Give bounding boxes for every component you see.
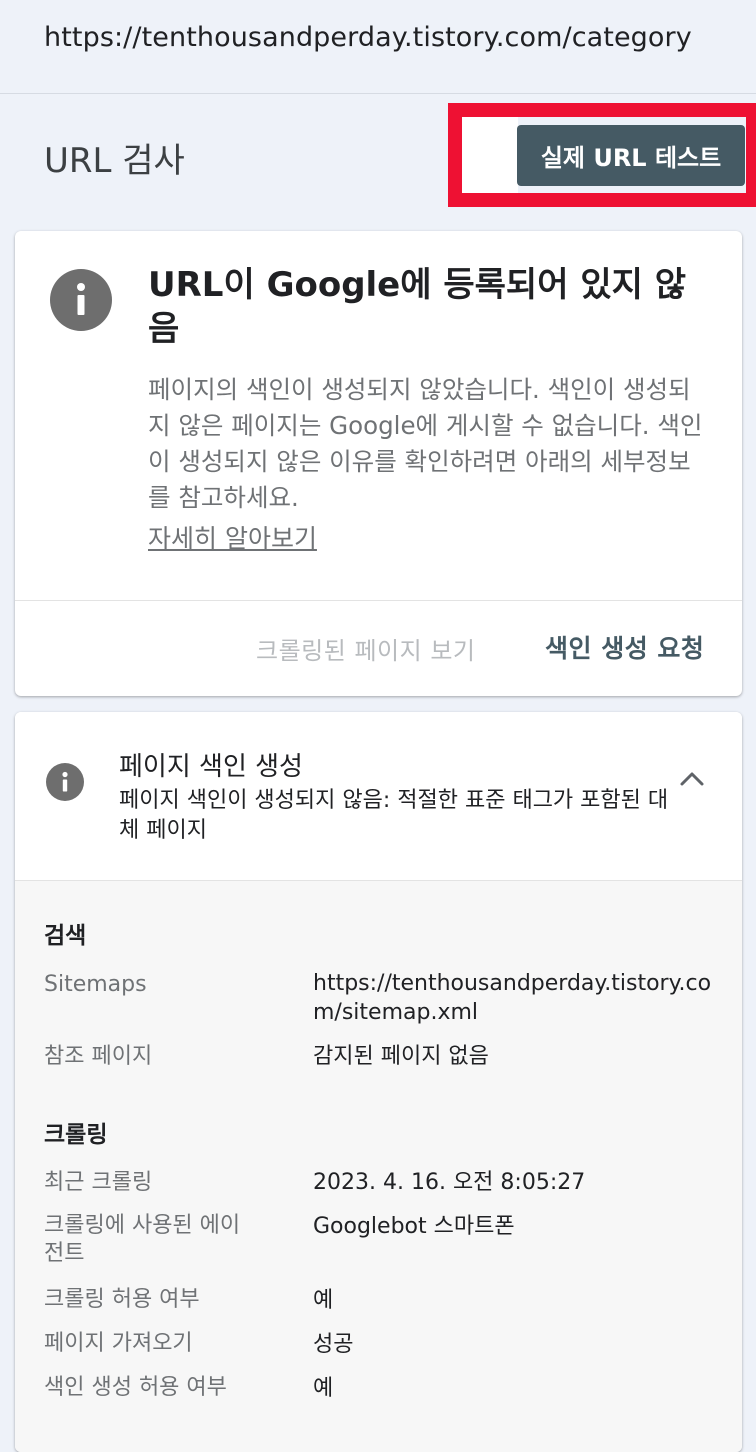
learn-more-link[interactable]: 자세히 알아보기	[148, 519, 317, 555]
info-icon	[46, 763, 84, 801]
discovery-heading: 검색	[44, 923, 87, 949]
status-title: URL이 Google에 등록되어 있지 않음	[148, 265, 686, 349]
chevron-up-icon[interactable]	[678, 768, 706, 788]
page-indexing-status: 페이지 색인이 생성되지 않음: 적절한 표준 태그가 포함된 대체 페이지	[119, 788, 669, 843]
page-fetch-value: 성공	[313, 1332, 354, 1357]
page-indexing-card: 페이지 색인 생성 페이지 색인이 생성되지 않음: 적절한 표준 태그가 포함…	[15, 712, 742, 1452]
page-fetch-label: 페이지 가져오기	[44, 1331, 193, 1356]
crawl-allowed-label: 크롤링 허용 여부	[44, 1287, 200, 1312]
referring-page-label: 참조 페이지	[44, 1044, 153, 1069]
divider	[15, 600, 742, 601]
sitemaps-label: Sitemaps	[44, 972, 147, 997]
url-bar[interactable]: https://tenthousandperday.tistory.com/ca…	[0, 0, 756, 94]
sitemaps-value[interactable]: https://tenthousandperday.tistory.com/si…	[313, 969, 723, 1027]
indexing-allowed-label: 색인 생성 허용 여부	[44, 1375, 227, 1400]
last-crawl-label: 최근 크롤링	[44, 1170, 153, 1195]
page-indexing-details: 검색 Sitemaps https://tenthousandperday.ti…	[15, 881, 742, 1452]
status-card: URL이 Google에 등록되어 있지 않음 페이지의 색인이 생성되지 않았…	[15, 231, 742, 696]
last-crawl-value: 2023. 4. 16. 오전 8:05:27	[313, 1170, 586, 1195]
crawl-heading: 크롤링	[44, 1122, 108, 1148]
crawled-as-value: Googlebot 스마트폰	[313, 1214, 515, 1239]
status-description: 페이지의 색인이 생성되지 않았습니다. 색인이 생성되지 않은 페이지는 Go…	[148, 375, 703, 512]
page-title: URL 검사	[44, 141, 185, 181]
test-live-url-button[interactable]: 실제 URL 테스트	[517, 125, 745, 186]
page-indexing-header[interactable]: 페이지 색인 생성 페이지 색인이 생성되지 않음: 적절한 표준 태그가 포함…	[15, 712, 742, 881]
crawled-as-label: 크롤링에 사용된 에이전트	[44, 1213, 241, 1266]
view-crawled-page-button[interactable]: 크롤링된 페이지 보기	[256, 631, 475, 666]
page-indexing-title: 페이지 색인 생성	[119, 752, 303, 782]
indexing-allowed-value: 예	[313, 1376, 334, 1401]
info-icon	[50, 269, 112, 331]
url-text[interactable]: https://tenthousandperday.tistory.com/ca…	[44, 22, 692, 53]
request-indexing-button[interactable]: 색인 생성 요청	[545, 629, 704, 665]
crawl-allowed-value: 예	[313, 1288, 334, 1313]
referring-page-value: 감지된 페이지 없음	[313, 1044, 489, 1069]
highlight-white-fill	[462, 117, 518, 193]
